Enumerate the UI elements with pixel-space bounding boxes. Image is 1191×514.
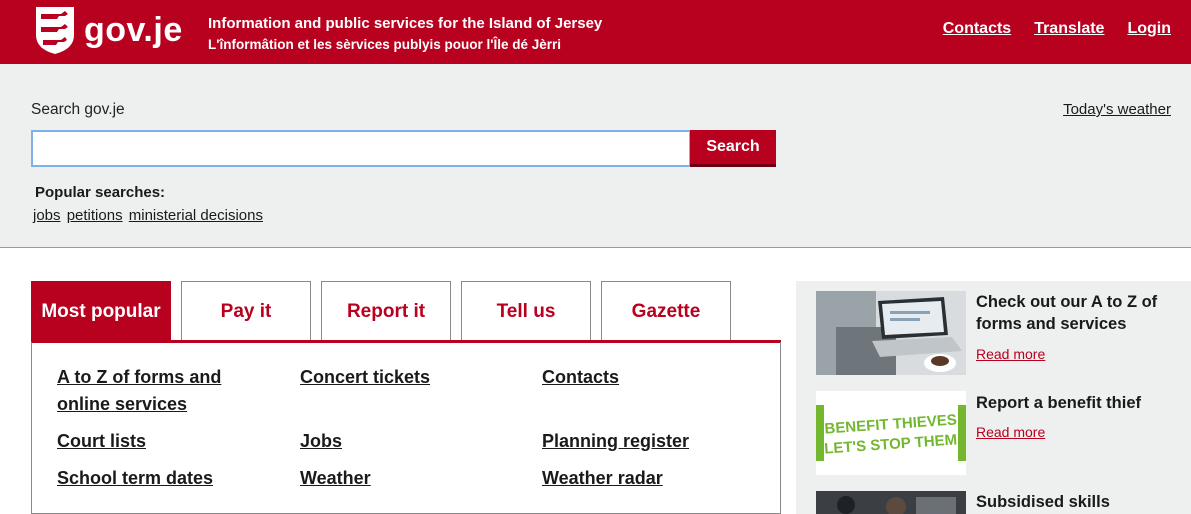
link-weather-radar[interactable]: Weather radar bbox=[542, 465, 663, 492]
promo-sidebar: Check out our A to Z of forms and servic… bbox=[796, 281, 1191, 514]
nav-login-link[interactable]: Login bbox=[1127, 20, 1171, 38]
site-tagline: Information and public services for the … bbox=[208, 13, 602, 55]
popular-searches: jobs petitions ministerial decisions bbox=[33, 207, 265, 224]
todays-weather-link[interactable]: Today's weather bbox=[1063, 101, 1171, 118]
link-weather[interactable]: Weather bbox=[300, 465, 371, 492]
benefit-thieves-banner[interactable]: BENEFIT THIEVES LET'S STOP THEM bbox=[816, 391, 966, 475]
promo-subsidised-skills-title[interactable]: Subsidised skills bbox=[976, 491, 1181, 513]
link-concert-tickets[interactable]: Concert tickets bbox=[300, 364, 430, 391]
tab-tell-us[interactable]: Tell us bbox=[461, 281, 591, 341]
laptop-photo[interactable] bbox=[816, 291, 966, 375]
search-band: Search gov.je Search Popular searches: j… bbox=[0, 64, 1191, 248]
tab-most-popular[interactable]: Most popular bbox=[31, 281, 171, 342]
popular-jobs-link[interactable]: jobs bbox=[33, 207, 61, 224]
tab-pay-it[interactable]: Pay it bbox=[181, 281, 311, 341]
link-contacts[interactable]: Contacts bbox=[542, 364, 619, 391]
promo-benefit-thief-title[interactable]: Report a benefit thief bbox=[976, 392, 1181, 414]
link-court-lists[interactable]: Court lists bbox=[57, 428, 146, 455]
logo-text: gov.je bbox=[84, 11, 183, 49]
popular-petitions-link[interactable]: petitions bbox=[67, 207, 123, 224]
popular-searches-label: Popular searches: bbox=[35, 184, 166, 201]
link-school-term-dates[interactable]: School term dates bbox=[57, 465, 213, 492]
header-nav: Contacts Translate Login bbox=[943, 20, 1171, 38]
jersey-crest-icon bbox=[36, 7, 74, 54]
tab-gazette[interactable]: Gazette bbox=[601, 281, 731, 341]
promo-benefit-thief-read-more[interactable]: Read more bbox=[976, 424, 1045, 440]
tab-report-it[interactable]: Report it bbox=[321, 281, 451, 341]
nav-translate-link[interactable]: Translate bbox=[1034, 20, 1104, 38]
promo-a-to-z-read-more[interactable]: Read more bbox=[976, 346, 1045, 362]
tagline-english: Information and public services for the … bbox=[208, 15, 603, 32]
search-label: Search gov.je bbox=[31, 101, 125, 118]
search-button[interactable]: Search bbox=[690, 130, 776, 167]
search-input[interactable] bbox=[31, 130, 691, 167]
link-a-to-z[interactable]: A to Z of forms and online services bbox=[57, 364, 257, 418]
site-logo[interactable]: gov.je bbox=[34, 5, 183, 55]
skills-photo[interactable] bbox=[816, 491, 966, 514]
popular-ministerial-decisions-link[interactable]: ministerial decisions bbox=[129, 207, 263, 224]
service-tabs: Most popular Pay it Report it Tell us Ga… bbox=[31, 281, 781, 342]
link-jobs[interactable]: Jobs bbox=[300, 428, 342, 455]
nav-contacts-link[interactable]: Contacts bbox=[943, 20, 1011, 38]
most-popular-panel: A to Z of forms and online services Conc… bbox=[31, 342, 781, 514]
site-header: gov.je Information and public services f… bbox=[0, 0, 1191, 64]
tagline-jerriais: L'înformâtion et les sèrvices publyis po… bbox=[208, 37, 562, 52]
promo-a-to-z-title[interactable]: Check out our A to Z of forms and servic… bbox=[976, 291, 1181, 335]
link-planning-register[interactable]: Planning register bbox=[542, 428, 689, 455]
